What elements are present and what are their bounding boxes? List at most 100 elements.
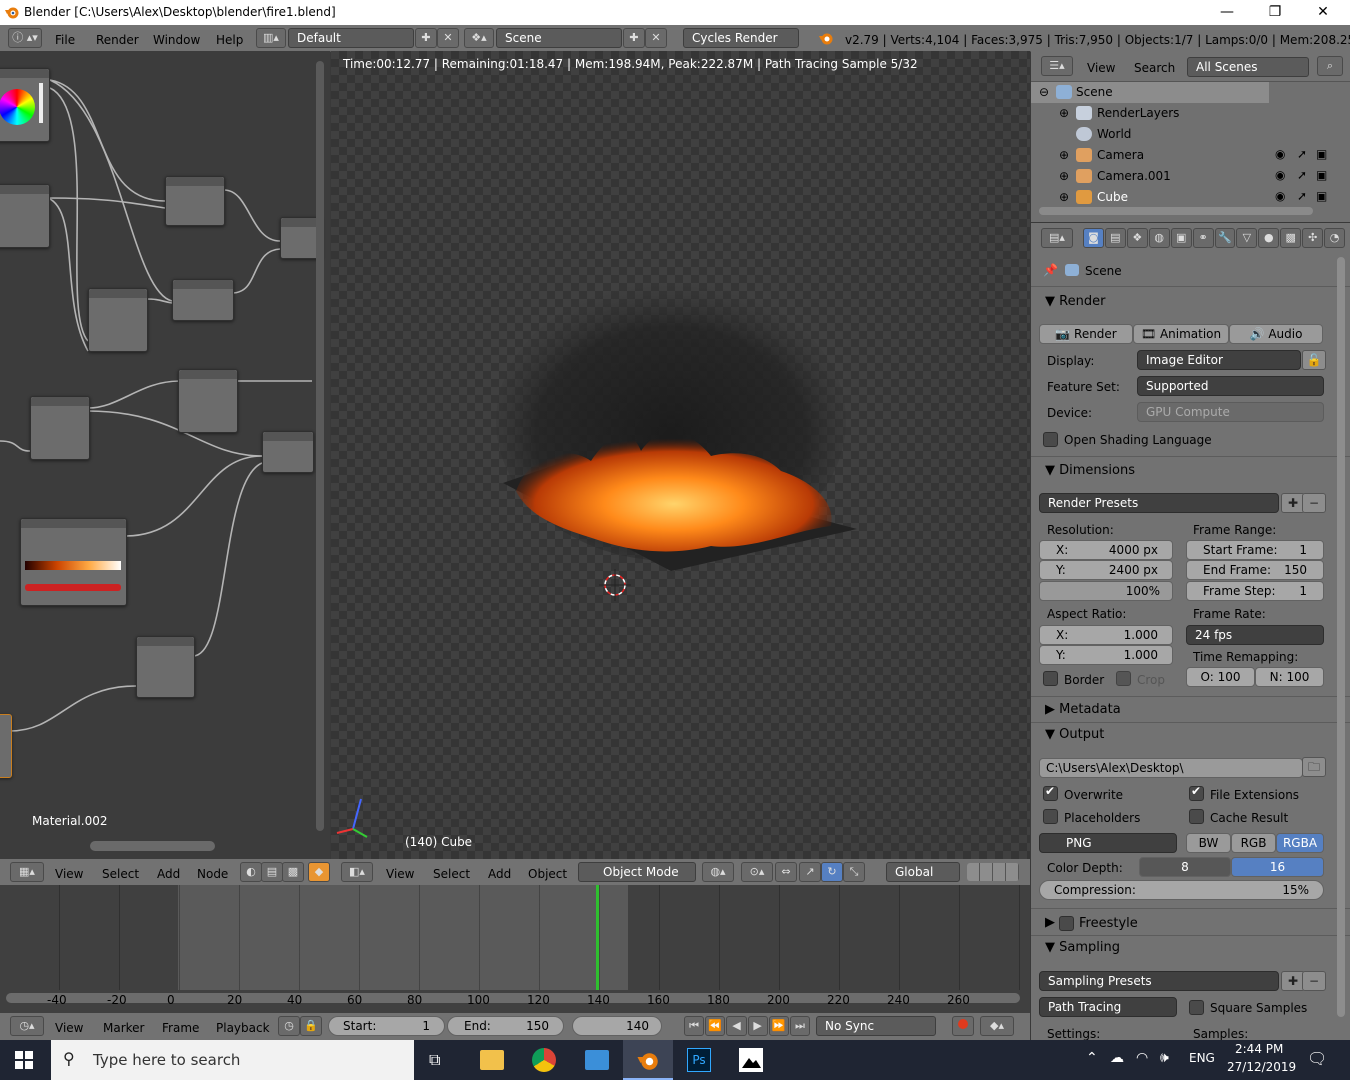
start-frame-field[interactable]: Start Frame: 1 [1186,540,1324,560]
shading-mode-icon[interactable]: ◍▴ [702,862,734,882]
material-output-node[interactable] [0,714,12,778]
remove-scene-icon[interactable]: ✕ [645,28,667,48]
expand-icon[interactable]: ⊕ [1059,106,1069,120]
play-reverse-icon[interactable]: ◀ [726,1016,747,1036]
value-slider[interactable] [39,83,43,123]
search-icon[interactable]: ⌕ [1317,56,1343,76]
pin-icon[interactable]: 📌 [1043,263,1058,277]
prev-keyframe-icon[interactable]: ⏪ [705,1016,726,1036]
render-presets-select[interactable]: Render Presets [1039,493,1279,513]
tl-menu-frame[interactable]: Frame [162,1021,199,1035]
tl-menu-playback[interactable]: Playback [216,1021,270,1035]
freestyle-panel-toggle[interactable]: ▶ [1045,915,1055,930]
animation-button[interactable]: 🎞 Animation [1133,324,1229,344]
color-bw-button[interactable]: BW [1186,833,1231,853]
depth-16-button[interactable]: 16 [1231,857,1324,877]
sync-mode-select[interactable]: No Sync [816,1016,936,1036]
visibility-eye-icon[interactable]: ◉ [1275,189,1285,203]
osl-checkbox[interactable] [1043,432,1058,447]
compression-slider[interactable]: Compression: 15% [1039,880,1324,900]
outliner-filter-select[interactable]: All Scenes [1187,57,1309,77]
resolution-x-field[interactable]: X: 4000 px [1039,540,1173,560]
crop-checkbox[interactable] [1116,671,1131,686]
renderable-camera-icon[interactable]: ▣ [1316,147,1327,161]
file-extensions-checkbox[interactable]: ✔ [1189,784,1204,801]
texture-nodes-icon[interactable]: ▩ [282,862,304,882]
output-path-field[interactable]: C:\Users\Alex\Desktop\ [1039,758,1303,778]
end-frame-field[interactable]: End Frame: 150 [1186,560,1324,580]
sampling-presets-select[interactable]: Sampling Presets [1039,971,1279,991]
selectable-cursor-icon[interactable]: ➚ [1297,168,1307,182]
editor-type-3d-icon[interactable]: ◧▴ [341,862,373,882]
dimensions-panel-toggle[interactable]: ▼ Dimensions [1045,463,1135,478]
multiply-node-3[interactable] [178,369,238,433]
menu-file[interactable]: File [55,33,75,47]
expand-icon[interactable]: ⊕ [1059,148,1069,162]
render-engine-select[interactable]: Cycles Render [683,28,799,48]
editor-type-timeline-icon[interactable]: ◷▴ [10,1016,44,1036]
3d-viewport[interactable]: Time:00:12.77 | Remaining:01:18.47 | Mem… [331,51,1030,859]
vp-menu-object[interactable]: Object [528,867,567,881]
node-menu-view[interactable]: View [55,867,83,881]
add-layout-icon[interactable]: ✚ [415,28,437,48]
renderable-camera-icon[interactable]: ▣ [1316,168,1327,182]
onedrive-icon[interactable]: ☁ [1110,1050,1124,1066]
clock-time[interactable]: 2:44 PM [1235,1042,1283,1056]
visibility-eye-icon[interactable]: ◉ [1275,147,1285,161]
preview-range-icon[interactable]: ◷ [278,1016,300,1036]
remap-new-field[interactable]: N: 100 [1255,667,1324,687]
folder-browse-icon[interactable]: 🗀 [1302,757,1326,777]
jump-end-icon[interactable]: ⏭ [789,1016,811,1036]
maximize-button[interactable]: ❐ [1252,0,1298,25]
rotate-manipulator-icon[interactable]: ↻ [821,862,843,882]
task-view-icon[interactable]: ⧉ [429,1050,440,1070]
clock-date[interactable]: 27/12/2019 [1227,1060,1296,1074]
node-editor[interactable]: Material.002 [0,51,330,859]
color-rgba-button[interactable]: RGBA [1276,833,1324,853]
color-ramp-node[interactable] [20,518,127,606]
editor-type-properties-icon[interactable]: ▤▴ [1041,228,1073,248]
aspect-x-field[interactable]: X: 1.000 [1039,625,1173,645]
render-panel-toggle[interactable]: ▼ Render [1045,294,1105,309]
node-menu-node[interactable]: Node [197,867,228,881]
node-vscrollbar[interactable] [316,61,324,831]
color-wheel[interactable] [0,89,35,125]
network-icon[interactable]: ◠ [1136,1050,1148,1066]
properties-scrollbar[interactable] [1337,257,1345,1017]
remove-preset-icon[interactable]: − [1302,493,1326,513]
vp-menu-add[interactable]: Add [488,867,511,881]
app-icon[interactable] [585,1050,609,1070]
collapse-icon[interactable]: ⊖ [1039,85,1049,99]
file-format-select[interactable]: PNG [1039,833,1177,853]
outliner-row-camera001[interactable]: ⊕ Camera.001 ◉ ➚ ▣ [1031,166,1331,187]
selectable-cursor-icon[interactable]: ➚ [1297,147,1307,161]
render-button[interactable]: 📷 Render [1039,324,1133,344]
device-select[interactable]: GPU Compute [1137,402,1324,422]
integrator-select[interactable]: Path Tracing [1039,997,1177,1017]
frame-step-field[interactable]: Frame Step: 1 [1186,581,1324,601]
next-keyframe-icon[interactable]: ⏩ [768,1016,789,1036]
outliner-menu-search[interactable]: Search [1134,61,1175,75]
multiply-node[interactable] [0,184,50,248]
playhead[interactable] [596,885,599,990]
compositing-nodes-icon[interactable]: ▤ [261,862,283,882]
freestyle-checkbox[interactable] [1059,916,1074,931]
object-tab-icon[interactable]: ▣ [1170,228,1192,248]
ramp-color-swatch[interactable] [25,584,121,591]
close-window-button[interactable]: ✕ [1300,0,1346,25]
layer-buttons[interactable] [967,863,1019,881]
color-picker-node[interactable] [0,68,50,142]
language-indicator[interactable]: ENG [1189,1051,1215,1065]
output-panel-toggle[interactable]: ▼ Output [1045,727,1104,742]
object-shader-icon[interactable]: ◆ [308,862,330,882]
expand-icon[interactable]: ⊕ [1059,190,1069,204]
material-tab-icon[interactable]: ● [1258,228,1280,248]
minimize-button[interactable]: — [1204,0,1250,25]
outliner-row-camera[interactable]: ⊕ Camera ◉ ➚ ▣ [1031,145,1331,166]
subtract-node[interactable] [30,396,90,460]
photoshop-icon[interactable]: Ps [687,1048,711,1072]
screen-layout-icon[interactable]: ▥▴ [256,28,286,48]
multiply-node-2[interactable] [88,288,148,352]
screen-layout-field[interactable]: Default [288,28,414,48]
remap-old-field[interactable]: O: 100 [1186,667,1255,687]
